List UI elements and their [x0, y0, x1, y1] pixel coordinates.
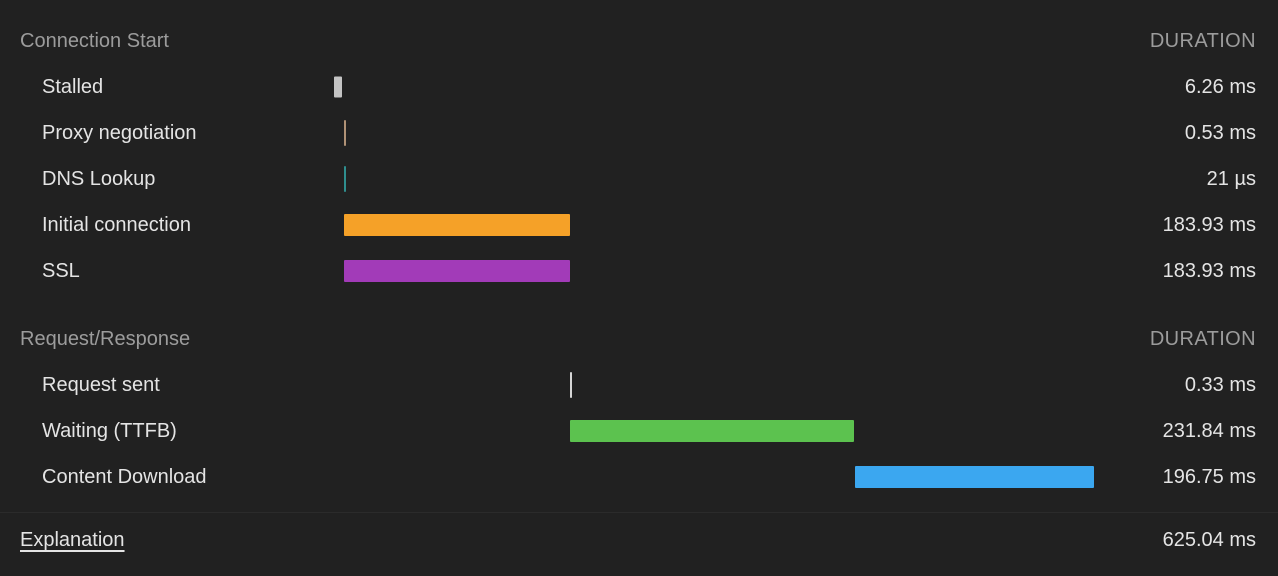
bar-request-sent: [570, 372, 572, 398]
section-connection-start: Connection Start DURATION Stalled 6.26 m…: [0, 0, 1278, 294]
timing-row-duration-waiting-ttfb: 231.84 ms: [1162, 420, 1256, 442]
timing-row-duration-dns-lookup: 21 µs: [1206, 168, 1256, 190]
explanation-link[interactable]: Explanation: [0, 528, 125, 552]
network-timing-panel: Connection Start DURATION Stalled 6.26 m…: [0, 0, 1278, 576]
timing-row-label-request-sent: Request sent: [42, 374, 160, 396]
section-divider-space: [0, 294, 1278, 316]
timing-row-request-sent[interactable]: Request sent 0.33 ms: [0, 362, 1278, 408]
timing-row-initial-connection[interactable]: Initial connection 183.93 ms: [0, 202, 1278, 248]
bar-track: [0, 156, 1278, 202]
duration-column-header: DURATION: [1149, 328, 1256, 350]
duration-column-header: DURATION: [1149, 30, 1256, 52]
timing-row-duration-request-sent: 0.33 ms: [1184, 374, 1256, 396]
section-title: Connection Start: [20, 30, 169, 52]
timing-row-label-waiting-ttfb: Waiting (TTFB): [42, 420, 177, 442]
bar-track: [0, 408, 1278, 454]
bar-stalled: [334, 76, 342, 98]
timing-row-stalled[interactable]: Stalled 6.26 ms: [0, 64, 1278, 110]
timing-row-label-proxy-negotiation: Proxy negotiation: [42, 122, 197, 144]
timing-row-proxy-negotiation[interactable]: Proxy negotiation 0.53 ms: [0, 110, 1278, 156]
bar-initial-connection: [344, 214, 570, 236]
bar-proxy-negotiation: [344, 120, 346, 146]
total-duration: 625.04 ms: [1162, 529, 1256, 551]
timing-row-label-content-download: Content Download: [42, 466, 207, 488]
bar-track: [0, 362, 1278, 408]
section-header-request-response: Request/Response DURATION: [0, 316, 1278, 362]
bar-content-download: [855, 466, 1094, 488]
timing-row-dns-lookup[interactable]: DNS Lookup 21 µs: [0, 156, 1278, 202]
timing-row-duration-ssl: 183.93 ms: [1162, 260, 1256, 282]
bar-waiting-ttfb: [570, 420, 854, 442]
timing-row-label-initial-connection: Initial connection: [42, 214, 191, 236]
bar-track: [0, 64, 1278, 110]
bar-ssl: [344, 260, 570, 282]
timing-row-label-stalled: Stalled: [42, 76, 104, 98]
timing-footer: Explanation 625.04 ms: [0, 512, 1278, 567]
timing-row-waiting-ttfb[interactable]: Waiting (TTFB) 231.84 ms: [0, 408, 1278, 454]
bar-track: [0, 248, 1278, 294]
timing-row-content-download[interactable]: Content Download 196.75 ms: [0, 454, 1278, 500]
section-title: Request/Response: [20, 328, 191, 350]
section-request-response: Request/Response DURATION Request sent 0…: [0, 316, 1278, 500]
timing-row-duration-initial-connection: 183.93 ms: [1162, 214, 1256, 236]
bar-dns-lookup: [344, 166, 346, 192]
timing-row-ssl[interactable]: SSL 183.93 ms: [0, 248, 1278, 294]
timing-row-duration-proxy-negotiation: 0.53 ms: [1184, 122, 1256, 144]
timing-row-label-dns-lookup: DNS Lookup: [42, 168, 156, 190]
timing-row-label-ssl: SSL: [42, 260, 80, 282]
bar-track: [0, 202, 1278, 248]
section-header-connection-start: Connection Start DURATION: [0, 18, 1278, 64]
timing-row-duration-stalled: 6.26 ms: [1184, 76, 1256, 98]
timing-row-duration-content-download: 196.75 ms: [1162, 466, 1256, 488]
